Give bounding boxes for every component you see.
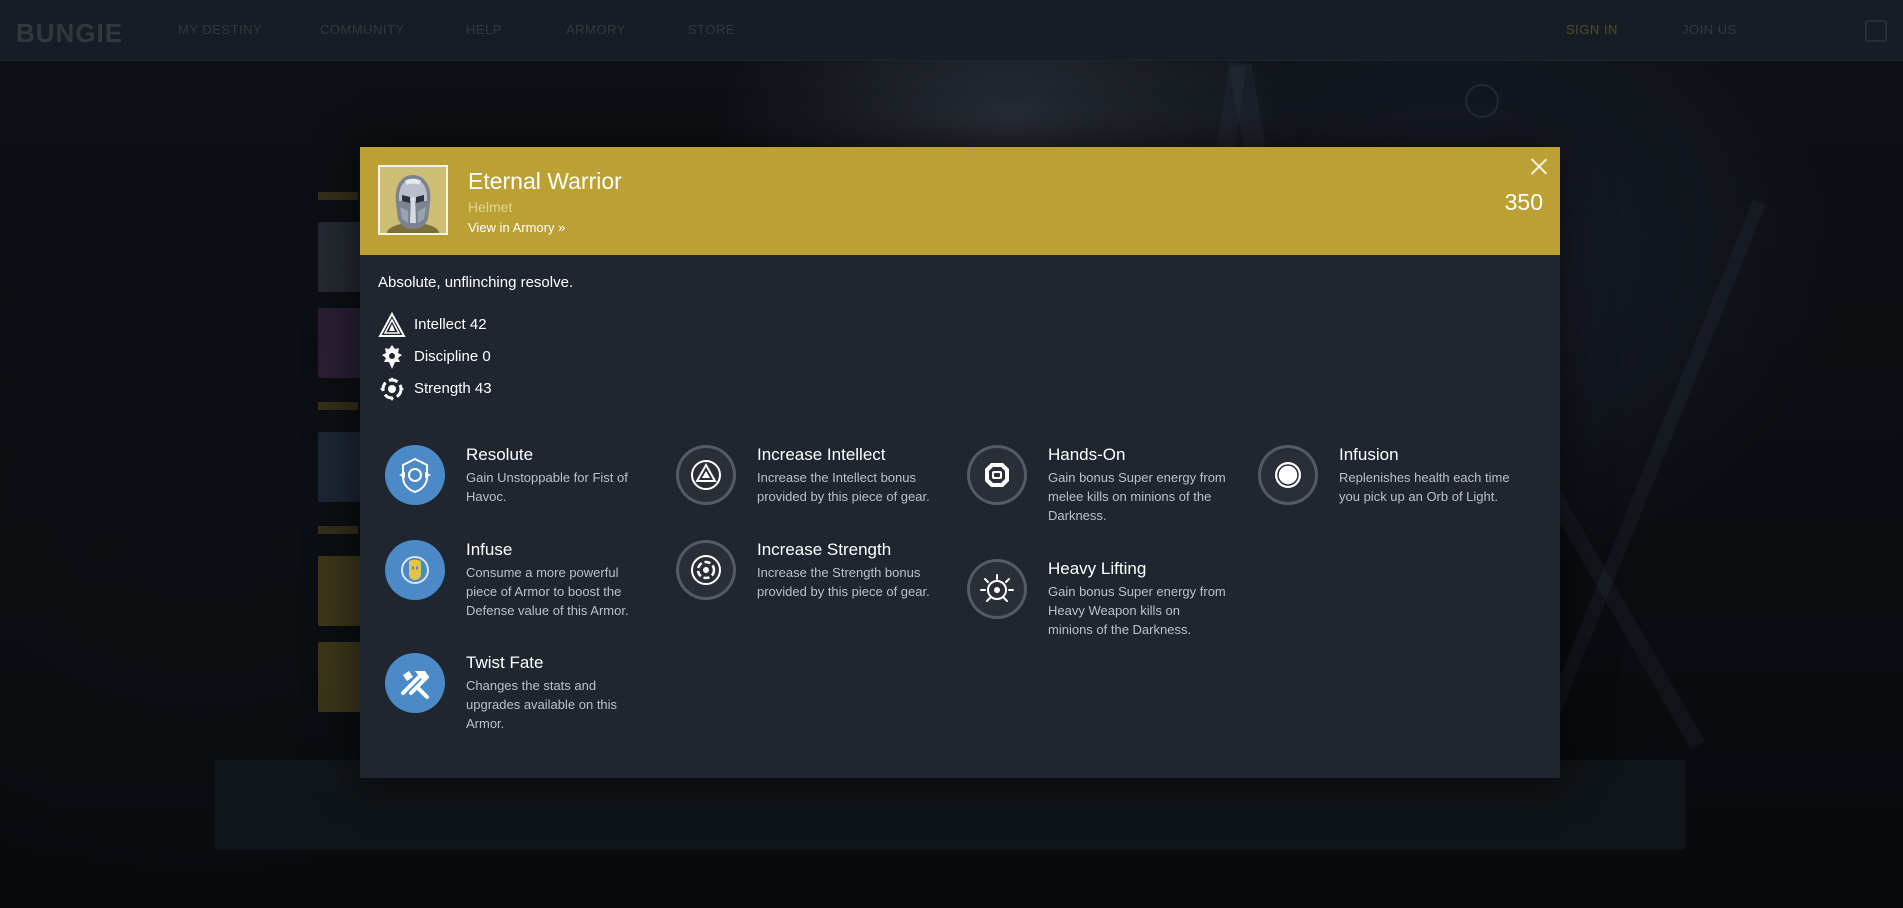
background-section-label	[318, 402, 358, 410]
nav-item-armory[interactable]: ARMORY	[566, 22, 626, 37]
item-type: Helmet	[468, 199, 513, 215]
infusion-icon	[1258, 445, 1318, 505]
menu-icon[interactable]	[1865, 20, 1887, 42]
perk-name: Increase Intellect	[757, 445, 886, 464]
perk-increase-strength[interactable]: Increase Strength Increase the Strength …	[651, 540, 931, 620]
nav-item-store[interactable]: STORE	[688, 22, 735, 37]
perk-description: Increase the Strength bonus provided by …	[757, 565, 930, 599]
perk-hands-on[interactable]: Hands-On Gain bonus Super energy from me…	[942, 445, 1226, 525]
perk-name: Heavy Lifting	[1048, 559, 1147, 578]
discipline-icon	[382, 345, 402, 369]
background-tile	[318, 556, 364, 626]
background-section-label	[318, 192, 358, 200]
nav-join-us[interactable]: JOIN US	[1682, 22, 1737, 37]
background-section-label	[318, 526, 358, 534]
stat-label: Discipline 0	[414, 348, 491, 365]
perk-resolute[interactable]: Resolute Gain Unstoppable for Fist of Ha…	[360, 445, 640, 525]
perk-description: Gain Unstoppable for Fist of Havoc.	[466, 470, 628, 504]
increase-intellect-icon	[676, 445, 736, 505]
perk-description: Replenishes health each time you pick up…	[1339, 470, 1510, 504]
item-description: Absolute, unflinching resolve.	[378, 274, 574, 291]
helmet-icon	[380, 167, 446, 233]
perk-infusion[interactable]: Infusion Replenishes health each time yo…	[1233, 445, 1513, 525]
perk-description: Gain bonus Super energy from Heavy Weapo…	[1048, 584, 1226, 637]
nav-item-help[interactable]: HELP	[466, 22, 502, 37]
background-tile	[318, 222, 364, 292]
intellect-icon	[378, 312, 406, 337]
perk-twist-fate[interactable]: Twist Fate Changes the stats and upgrade…	[360, 653, 640, 733]
view-in-armory-link[interactable]: View in Armory »	[468, 220, 565, 235]
stat-label: Intellect 42	[414, 316, 487, 333]
background-follow-widget	[1465, 82, 1585, 122]
background-tile	[318, 432, 364, 502]
perk-increase-intellect[interactable]: Increase Intellect Increase the Intellec…	[651, 445, 931, 525]
background-tile	[318, 308, 364, 378]
bungie-logo[interactable]: BUNGIE	[16, 18, 123, 49]
stat-label: Strength 43	[414, 380, 492, 397]
perk-infuse[interactable]: Infuse Consume a more powerful piece of …	[360, 540, 640, 620]
twist-fate-icon	[385, 653, 445, 713]
perk-name: Resolute	[466, 445, 534, 464]
perk-name: Twist Fate	[466, 653, 544, 672]
background-tile	[318, 642, 364, 712]
perk-description: Gain bonus Super energy from melee kills…	[1048, 470, 1226, 523]
infuse-icon	[385, 540, 445, 600]
increase-strength-icon	[676, 540, 736, 600]
perk-heavy-lifting[interactable]: Heavy Lifting Gain bonus Super energy fr…	[942, 559, 1226, 639]
heavy-lifting-icon	[967, 559, 1027, 619]
resolute-icon	[385, 445, 445, 505]
nav-item-my-destiny[interactable]: MY DESTINY	[178, 22, 262, 37]
item-name: Eternal Warrior	[468, 168, 622, 194]
item-header: Eternal Warrior Helmet View in Armory » …	[360, 147, 1560, 255]
perk-name: Infusion	[1339, 445, 1399, 464]
light-level: 350	[1504, 189, 1543, 215]
nav-sign-in[interactable]: SIGN IN	[1566, 22, 1618, 37]
strength-icon	[380, 377, 404, 401]
perk-name: Infuse	[466, 540, 513, 559]
hands-on-icon	[967, 445, 1027, 505]
item-detail-modal: Eternal Warrior Helmet View in Armory » …	[360, 147, 1560, 778]
item-thumbnail	[378, 165, 448, 235]
perk-name: Increase Strength	[757, 540, 892, 559]
close-icon[interactable]	[1530, 157, 1548, 175]
nav-item-community[interactable]: COMMUNITY	[320, 22, 405, 37]
perk-description: Consume a more powerful piece of Armor t…	[466, 565, 629, 618]
perk-description: Increase the Intellect bonus provided by…	[757, 470, 930, 504]
perk-name: Hands-On	[1048, 445, 1126, 464]
perk-description: Changes the stats and upgrades available…	[466, 678, 618, 731]
site-top-nav: BUNGIE MY DESTINY COMMUNITY HELP ARMORY …	[0, 0, 1903, 61]
